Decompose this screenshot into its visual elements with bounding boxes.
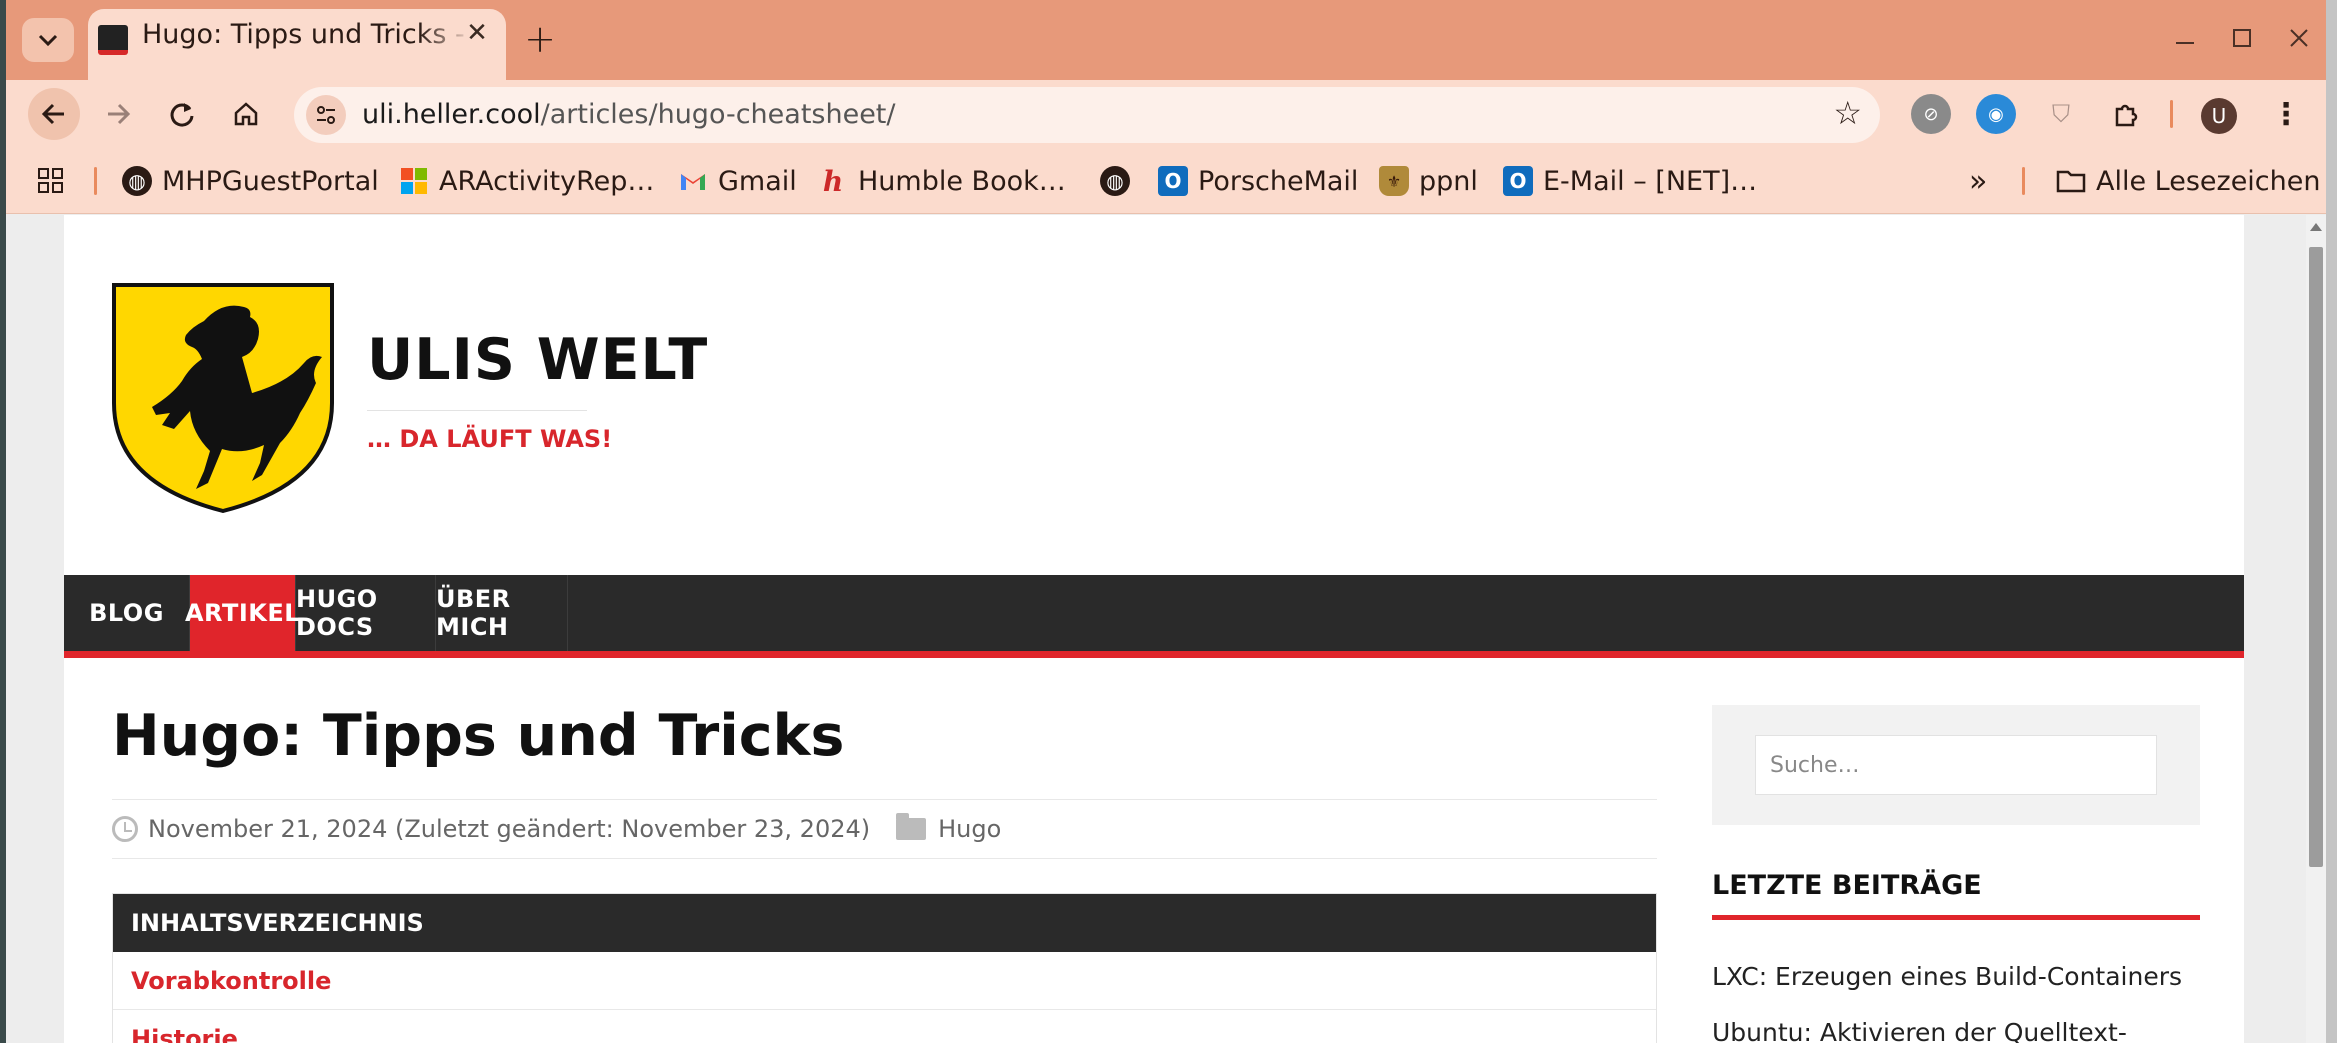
outlook-icon: O [1503,166,1533,196]
bookmark-ppnl[interactable]: ⚜ ppnl [1379,162,1478,200]
tab-close-icon[interactable]: ✕ [460,16,494,50]
search-input[interactable] [1755,735,2157,795]
bookmarks-separator [2022,167,2025,195]
bookmark-label: ppnl [1419,165,1478,197]
extension-blocked-icon[interactable]: ⊘ [1911,94,1951,134]
site-tagline: … DA LÄUFT WAS! [367,425,613,453]
home-button[interactable] [220,88,272,140]
bookmarks-overflow-button[interactable]: » [1969,162,1987,200]
arrow-left-icon [41,103,64,125]
nav-item-hugo-docs[interactable]: HUGO DOCS [296,575,436,651]
url-path: /articles/hugo-cheatsheet/ [540,99,896,130]
bookmark-star-icon[interactable]: ☆ [1833,94,1862,132]
maximize-button[interactable] [2220,16,2264,60]
reload-icon [170,103,194,127]
bookmark-globe[interactable]: ◍ [1100,162,1140,200]
post-title: Hugo: Tipps und Tricks [112,703,845,769]
tune-icon [317,106,335,124]
toc-heading: INHALTSVERZEICHNIS [113,894,1656,952]
bookmark-label: E-Mail – [NET]… [1543,165,1758,197]
address-bar[interactable]: uli.heller.cool/articles/hugo-cheatsheet… [294,87,1880,143]
toolbar-separator [2170,100,2173,128]
sidebar-search-widget [1712,705,2200,825]
bookmark-gmail[interactable]: Gmail [678,162,797,200]
bookmark-mhpguestportal[interactable]: ◍ MHPGuestPortal [122,162,379,200]
globe-icon: ◍ [122,166,152,196]
nav-item-ueber-mich[interactable]: ÜBER MICH [436,575,568,651]
post-category[interactable]: Hugo [938,815,1001,843]
maximize-icon [2233,29,2251,47]
bookmarks-bar: ◍ MHPGuestPortal ARActivityRep… Gmail h Hu… [6,148,2326,214]
arrow-right-icon [108,103,131,125]
folder-icon [896,813,927,840]
back-button[interactable] [28,88,80,140]
all-bookmarks-label: Alle Lesezeichen [2096,165,2321,197]
table-of-contents: INHALTSVERZEICHNIS Vorabkontrolle Histor… [112,893,1657,1043]
url-host: uli.heller.cool [362,99,541,130]
puzzle-icon [2115,104,2138,127]
url-text[interactable]: uli.heller.cool/articles/hugo-cheatsheet… [362,99,896,130]
bookmark-label: Humble Book… [858,165,1066,197]
forward-button[interactable] [92,88,144,140]
tab-title: Hugo: Tipps und Tricks - Ulis Welt [142,19,472,50]
page-viewport: ULIS WELT … DA LÄUFT WAS! BLOG ARTIKEL H… [6,215,2306,1043]
toc-item-vorabkontrolle[interactable]: Vorabkontrolle [113,952,1656,1010]
bookmark-humble[interactable]: h Humble Book… [818,162,1066,200]
bookmark-aractivityrep[interactable]: ARActivityRep… [399,162,654,200]
recent-post-link[interactable]: Ubuntu: Aktivieren der Quelltext- [1712,1018,2127,1043]
bookmark-label: ARActivityRep… [439,165,655,197]
close-icon [2290,29,2308,47]
bookmark-email-net[interactable]: O E-Mail – [NET]… [1503,162,1757,200]
close-window-button[interactable] [2277,16,2321,60]
chevron-down-icon [38,34,58,47]
bookmark-label: Gmail [718,165,797,197]
browser-toolbar: uli.heller.cool/articles/hugo-cheatsheet… [6,80,2326,148]
page-container: ULIS WELT … DA LÄUFT WAS! BLOG ARTIKEL H… [64,215,2244,1043]
profile-avatar[interactable]: U [2201,98,2237,134]
site-favicon-icon [98,25,128,55]
bookmarks-separator [94,167,97,195]
stuttgart-horse-logo[interactable] [112,283,334,513]
humble-icon: h [822,164,844,198]
page-scrollbar[interactable] [2306,215,2326,1043]
browser-window: Hugo: Tipps und Tricks - Ulis Welt ✕ + [6,0,2326,1043]
home-icon [234,102,258,126]
main-navigation: BLOG ARTIKEL HUGO DOCS ÜBER MICH [64,575,2244,658]
extensions-puzzle-icon[interactable] [2106,94,2146,134]
porsche-icon: ⚜ [1379,166,1409,196]
nav-item-artikel[interactable]: ARTIKEL [185,575,300,651]
clock-icon [112,816,138,842]
post-meta: November 21, 2024 (Zuletzt geändert: Nov… [112,799,1657,859]
browser-menu-icon[interactable]: ⋮ [2271,94,2301,134]
recent-post-link[interactable]: LXC: Erzeugen eines Build-Containers [1712,962,2182,991]
microsoft-icon [399,166,429,196]
minimize-button[interactable] [2163,16,2207,60]
globe-icon: ◍ [1100,166,1130,196]
bookmark-porschemail[interactable]: O PorscheMail [1158,162,1358,200]
extension-shield-icon[interactable]: ⛉ [2041,94,2081,134]
all-bookmarks-button[interactable]: Alle Lesezeichen [2056,162,2321,200]
bookmark-label: MHPGuestPortal [162,165,379,197]
gmail-icon [678,166,708,196]
apps-grid-icon[interactable] [36,162,66,200]
active-tab[interactable]: Hugo: Tipps und Tricks - Ulis Welt ✕ [88,9,506,80]
tab-bar: Hugo: Tipps und Tricks - Ulis Welt ✕ + [6,0,2326,80]
title-divider [367,410,587,411]
outlook-icon: O [1158,166,1188,196]
site-info-button[interactable] [306,95,346,135]
nav-item-blog[interactable]: BLOG [64,575,190,651]
tab-search-button[interactable] [22,18,74,62]
toc-item-historie[interactable]: Historie [113,1010,1656,1043]
minimize-icon [2176,42,2194,44]
post-date: November 21, 2024 (Zuletzt geändert: Nov… [148,815,871,843]
recent-posts-heading: LETZTE BEITRÄGE [1712,870,2200,920]
site-title[interactable]: ULIS WELT [367,327,708,393]
folder-icon [2056,166,2086,196]
reload-button[interactable] [156,88,208,140]
bookmark-label: PorscheMail [1198,165,1359,197]
extension-mask-icon[interactable]: ◉ [1976,94,2016,134]
new-tab-button[interactable]: + [516,17,564,61]
scroll-up-arrow-icon[interactable] [2310,223,2322,231]
scrollbar-thumb[interactable] [2309,247,2323,867]
